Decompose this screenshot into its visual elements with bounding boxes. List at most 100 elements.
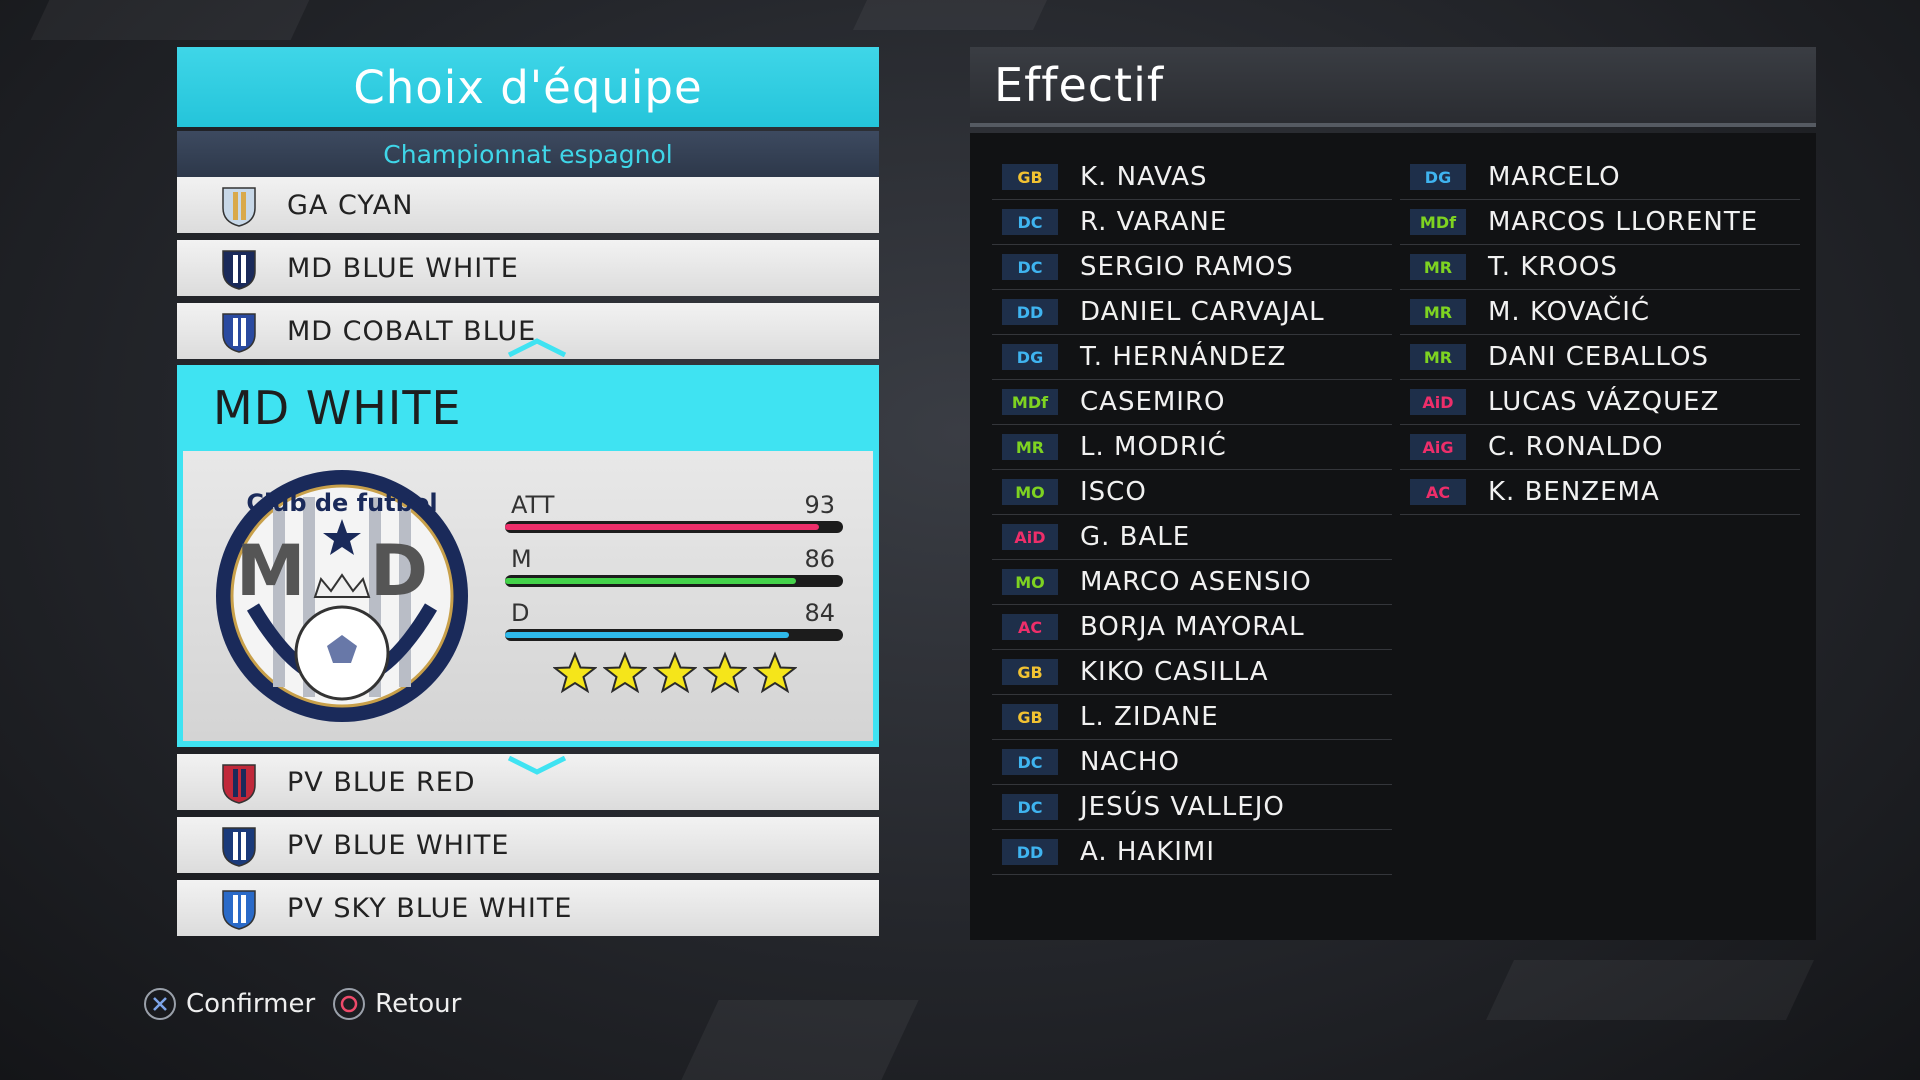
scroll-down-icon[interactable] bbox=[507, 755, 567, 776]
position-badge: DD bbox=[1002, 839, 1058, 865]
player-row[interactable]: DG T. HERNÁNDEZ bbox=[992, 335, 1392, 380]
stat-row: D 84 bbox=[505, 599, 843, 653]
player-row[interactable]: MO MARCO ASENSIO bbox=[992, 560, 1392, 605]
position-badge: AiD bbox=[1410, 389, 1466, 415]
team-row[interactable]: PV SKY BLUE WHITE bbox=[177, 880, 879, 936]
roster-panel: Effectif GB K. NAVAS DC R. VARANE DC SERGIO R… bbox=[970, 47, 1816, 940]
player-row[interactable]: DD A. HAKIMI bbox=[992, 830, 1392, 875]
team-row[interactable]: MD BLUE WHITE bbox=[177, 240, 879, 296]
stat-bar bbox=[505, 575, 843, 587]
position-badge: AC bbox=[1410, 479, 1466, 505]
player-row[interactable]: DD DANIEL CARVAJAL bbox=[992, 290, 1392, 335]
position-badge: DC bbox=[1002, 794, 1058, 820]
player-row[interactable]: GB KIKO CASILLA bbox=[992, 650, 1392, 695]
position-badge: MDf bbox=[1410, 209, 1466, 235]
player-row[interactable]: AiD LUCAS VÁZQUEZ bbox=[1400, 380, 1800, 425]
player-row[interactable]: MO ISCO bbox=[992, 470, 1392, 515]
team-name: PV BLUE RED bbox=[287, 766, 476, 798]
position-badge: DC bbox=[1002, 254, 1058, 280]
confirm-hint[interactable]: Confirmer bbox=[144, 988, 315, 1020]
emblem-text: Club de futbol bbox=[246, 489, 437, 517]
button-hints: Confirmer Retour bbox=[144, 988, 479, 1020]
team-name: PV SKY BLUE WHITE bbox=[287, 892, 573, 924]
player-name: NACHO bbox=[1080, 747, 1180, 777]
player-row[interactable]: AiD G. BALE bbox=[992, 515, 1392, 560]
player-name: L. ZIDANE bbox=[1080, 702, 1219, 732]
player-name: MARCOS LLORENTE bbox=[1488, 207, 1759, 237]
league-selector[interactable]: Championnat espagnol bbox=[177, 131, 879, 177]
position-badge: MR bbox=[1002, 434, 1058, 460]
stat-bar-fill bbox=[505, 578, 796, 584]
player-row[interactable]: GB L. ZIDANE bbox=[992, 695, 1392, 740]
star-icon bbox=[752, 651, 798, 695]
team-name: PV BLUE WHITE bbox=[287, 829, 510, 861]
stat-value: 93 bbox=[804, 491, 835, 519]
position-badge: AiG bbox=[1410, 434, 1466, 460]
player-row[interactable]: DG MARCELO bbox=[1400, 155, 1800, 200]
player-name: LUCAS VÁZQUEZ bbox=[1488, 387, 1720, 417]
team-row[interactable]: PV BLUE RED bbox=[177, 754, 879, 810]
roster-title: Effectif bbox=[970, 47, 1816, 127]
player-name: DANIEL CARVAJAL bbox=[1080, 297, 1325, 327]
team-row[interactable]: GA CYAN bbox=[177, 177, 879, 233]
position-badge: GB bbox=[1002, 164, 1058, 190]
position-badge: DG bbox=[1002, 344, 1058, 370]
stat-row: M 86 bbox=[505, 545, 843, 599]
team-row[interactable]: MD COBALT BLUE bbox=[177, 303, 879, 359]
scroll-up-icon[interactable] bbox=[507, 337, 567, 358]
position-badge: DC bbox=[1002, 209, 1058, 235]
star-icon bbox=[602, 651, 648, 695]
selected-team-details: Club de futbol M D ATT 93 M 86 D 84 bbox=[183, 451, 873, 741]
player-row[interactable]: DC JESÚS VALLEJO bbox=[992, 785, 1392, 830]
player-name: K. NAVAS bbox=[1080, 162, 1208, 192]
player-row[interactable]: AC K. BENZEMA bbox=[1400, 470, 1800, 515]
position-badge: MR bbox=[1410, 254, 1466, 280]
player-row[interactable]: MDf CASEMIRO bbox=[992, 380, 1392, 425]
team-crest-icon bbox=[217, 182, 261, 228]
player-name: L. MODRIĆ bbox=[1080, 432, 1227, 462]
position-badge: MR bbox=[1410, 344, 1466, 370]
team-rating-stars bbox=[552, 651, 798, 695]
position-badge: GB bbox=[1002, 704, 1058, 730]
team-crest-icon bbox=[217, 759, 261, 805]
player-row[interactable]: DC NACHO bbox=[992, 740, 1392, 785]
position-badge: GB bbox=[1002, 659, 1058, 685]
player-row[interactable]: DC R. VARANE bbox=[992, 200, 1392, 245]
selected-team-name: MD WHITE bbox=[213, 381, 462, 435]
stat-label: ATT bbox=[511, 491, 555, 519]
player-row[interactable]: MR M. KOVAČIĆ bbox=[1400, 290, 1800, 335]
team-select-title: Choix d'équipe bbox=[177, 47, 879, 127]
player-name: BORJA MAYORAL bbox=[1080, 612, 1305, 642]
player-row[interactable]: AiG C. RONALDO bbox=[1400, 425, 1800, 470]
team-crest-icon bbox=[217, 885, 261, 931]
team-select-panel: Choix d'équipe Championnat espagnol GA C… bbox=[177, 47, 879, 936]
roster-column-left: GB K. NAVAS DC R. VARANE DC SERGIO RAMOS DD DAN… bbox=[992, 155, 1392, 875]
position-badge: DC bbox=[1002, 749, 1058, 775]
position-badge: DD bbox=[1002, 299, 1058, 325]
roster-list[interactable]: GB K. NAVAS DC R. VARANE DC SERGIO RAMOS DD DAN… bbox=[970, 133, 1816, 940]
player-row[interactable]: MR L. MODRIĆ bbox=[992, 425, 1392, 470]
team-row[interactable]: PV BLUE WHITE bbox=[177, 817, 879, 873]
position-badge: DG bbox=[1410, 164, 1466, 190]
star-icon bbox=[702, 651, 748, 695]
player-row[interactable]: MDf MARCOS LLORENTE bbox=[1400, 200, 1800, 245]
player-row[interactable]: MR DANI CEBALLOS bbox=[1400, 335, 1800, 380]
stat-row: ATT 93 bbox=[505, 491, 843, 545]
player-row[interactable]: AC BORJA MAYORAL bbox=[992, 605, 1392, 650]
team-crest-icon bbox=[217, 245, 261, 291]
back-hint[interactable]: Retour bbox=[333, 988, 461, 1020]
stat-label: M bbox=[511, 545, 532, 573]
player-row[interactable]: DC SERGIO RAMOS bbox=[992, 245, 1392, 290]
player-row[interactable]: GB K. NAVAS bbox=[992, 155, 1392, 200]
position-badge: AC bbox=[1002, 614, 1058, 640]
position-badge: MO bbox=[1002, 569, 1058, 595]
player-name: R. VARANE bbox=[1080, 207, 1228, 237]
player-row[interactable]: MR T. KROOS bbox=[1400, 245, 1800, 290]
selected-team-card[interactable]: MD WHITE Club de futbol M D ATT 93 M 86 … bbox=[177, 365, 879, 747]
player-name: A. HAKIMI bbox=[1080, 837, 1216, 867]
cross-button-icon bbox=[144, 988, 176, 1020]
player-name: MARCELO bbox=[1488, 162, 1621, 192]
player-name: MARCO ASENSIO bbox=[1080, 567, 1312, 597]
stat-label: D bbox=[511, 599, 530, 627]
roster-column-right: DG MARCELO MDf MARCOS LLORENTE MR T. KROOS MR M… bbox=[1400, 155, 1800, 515]
